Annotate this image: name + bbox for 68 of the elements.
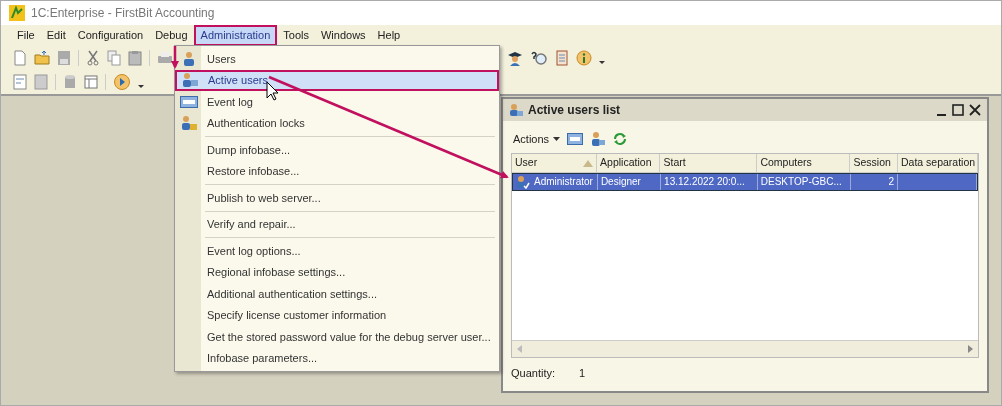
menu-item[interactable]: Windows xyxy=(314,26,372,45)
menu-item[interactable]: Active users xyxy=(175,69,499,91)
copy-icon[interactable] xyxy=(107,50,121,66)
maximize-icon[interactable] xyxy=(952,104,964,116)
column-header[interactable]: Data separation xyxy=(898,153,978,172)
menu-item[interactable]: File xyxy=(11,26,41,45)
column-header[interactable]: User xyxy=(512,153,598,172)
menu-item[interactable]: Additional authentication settings... xyxy=(175,283,499,305)
refresh-icon[interactable] xyxy=(613,132,628,147)
menu-item[interactable]: Event log options... xyxy=(175,240,499,262)
table-cell-text: 13.12.2022 20:0... xyxy=(664,175,745,189)
users-icon xyxy=(509,103,523,117)
save-icon[interactable] xyxy=(57,50,71,66)
table-cell-text: 2 xyxy=(888,175,894,189)
table-icon[interactable] xyxy=(84,74,98,90)
info-icon[interactable] xyxy=(576,50,592,66)
menu-item[interactable]: Regional infobase settings... xyxy=(175,261,499,283)
menu-item[interactable]: Get the stored password value for the debug server user... xyxy=(175,326,499,348)
users-icon xyxy=(181,72,199,89)
cut-icon[interactable] xyxy=(86,50,100,66)
column-header[interactable]: Start xyxy=(660,153,758,172)
document-icon[interactable] xyxy=(555,50,569,66)
window-title: Active users list xyxy=(528,102,622,119)
close-icon[interactable] xyxy=(969,104,981,116)
caret-icon xyxy=(553,137,561,142)
menu-item[interactable]: Help xyxy=(371,26,407,45)
quantity-value: 1 xyxy=(579,365,586,381)
menu-item[interactable]: Verify and repair... xyxy=(175,213,499,235)
menu-item[interactable]: Infobase parameters... xyxy=(175,347,499,369)
menu-item[interactable]: Restore infobase... xyxy=(175,160,499,182)
menu-item[interactable]: Configuration xyxy=(71,26,150,45)
user-icon xyxy=(516,174,530,189)
play-icon[interactable] xyxy=(113,74,131,90)
scroll-right-icon[interactable] xyxy=(966,344,974,353)
open-folder-icon[interactable] xyxy=(34,50,50,66)
column-header[interactable]: Application xyxy=(597,153,661,172)
graduate-icon[interactable] xyxy=(507,50,523,66)
event-log-icon xyxy=(180,93,198,110)
app-logo-icon xyxy=(9,5,25,21)
table-cell-text: DESKTOP-GBC... xyxy=(760,175,842,189)
user-icon[interactable] xyxy=(590,131,607,148)
print-icon[interactable] xyxy=(157,50,173,66)
paste-icon[interactable] xyxy=(128,50,142,66)
user-lock-icon xyxy=(180,115,198,132)
menu-item[interactable]: Publish to web server... xyxy=(175,187,499,209)
actions-button[interactable]: Actions xyxy=(513,131,561,148)
menu-item[interactable]: Dump infobase... xyxy=(175,139,499,161)
menu-item[interactable]: Edit xyxy=(40,26,72,45)
menu-item[interactable]: Administration xyxy=(193,25,278,46)
database-icon[interactable] xyxy=(63,74,77,90)
quantity-label: Quantity: xyxy=(511,365,556,381)
mouse-cursor-icon xyxy=(266,81,279,101)
window-title: 1C:Enterprise - FirstBit Accounting xyxy=(31,5,215,22)
column-header[interactable]: Session xyxy=(850,153,898,172)
menu-item[interactable]: Debug xyxy=(149,26,194,45)
event-log-icon[interactable] xyxy=(567,133,584,146)
column-header[interactable]: Computers xyxy=(757,153,851,172)
new-document-icon[interactable] xyxy=(13,50,27,66)
table-cell-text: Designer xyxy=(600,175,641,189)
menu-item[interactable]: Specify license customer information xyxy=(175,304,499,326)
horizontal-scrollbar[interactable] xyxy=(512,339,978,357)
form-icon[interactable] xyxy=(13,74,27,90)
help-search-icon[interactable] xyxy=(530,50,548,66)
menu-item[interactable]: Authentication locks xyxy=(175,112,499,134)
annotation-arrow xyxy=(171,46,179,69)
table-cell-text: Administrator xyxy=(534,175,593,189)
scroll-left-icon[interactable] xyxy=(516,344,524,353)
menu-item[interactable]: Tools xyxy=(277,26,315,45)
